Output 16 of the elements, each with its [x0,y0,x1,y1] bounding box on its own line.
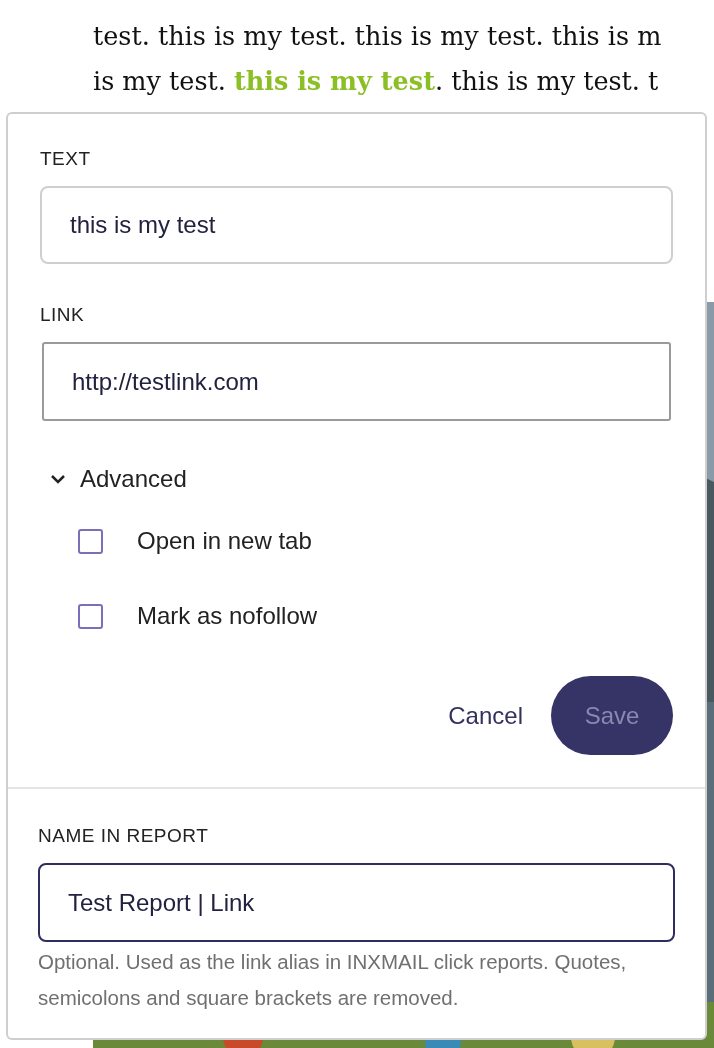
article-text: test. this is my test. this is my test. this is m [93,20,663,53]
article-text: is my test. this is my test. this is my test. t [93,65,660,98]
checkbox[interactable] [78,603,103,629]
report-name-field[interactable]: Test Report | Link [38,863,675,942]
checkbox-label: Open in new tab [137,527,312,555]
chevron-icon [50,474,66,484]
advanced-toggle[interactable]: Advanced [50,465,187,493]
field-label: LINK [40,304,86,326]
checkbox-label: Mark as nofollow [137,602,318,630]
field-label: TEXT [40,148,92,170]
help-text: Optional. Used as the link alias in INXMAIL click reports. Quotes, semicolons and square brackets are removed. [38,949,628,1011]
link-field[interactable]: http://testlink.com [42,342,671,421]
text-field[interactable]: this is my test [40,186,673,264]
checkbox[interactable] [78,528,103,554]
cancel-button[interactable]: Cancel [448,701,523,730]
field-label: NAME IN REPORT [38,825,210,847]
